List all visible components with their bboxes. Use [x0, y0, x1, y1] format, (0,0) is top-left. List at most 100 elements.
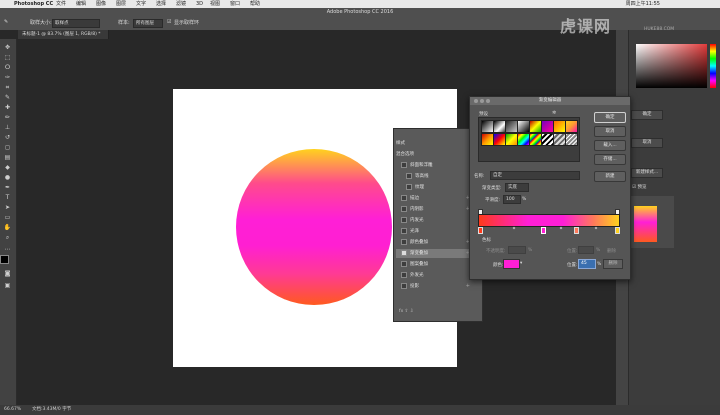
checkbox[interactable]: [401, 216, 407, 223]
style-item-stroke[interactable]: 描边 +: [396, 194, 480, 203]
menu-type[interactable]: 文字: [136, 0, 146, 8]
gradient-tool-icon[interactable]: ▤: [3, 153, 12, 162]
history-brush-tool-icon[interactable]: ↺: [3, 133, 12, 142]
hue-slider[interactable]: [710, 44, 716, 88]
menu-file[interactable]: 文件: [56, 0, 66, 8]
chevron-down-icon[interactable]: ▾: [520, 261, 522, 266]
midpoint-diamond[interactable]: [559, 226, 563, 230]
style-item-outer-glow[interactable]: 外发光: [396, 271, 480, 280]
move-tool-icon[interactable]: ✥: [3, 43, 12, 52]
preset-swatch[interactable]: [565, 120, 578, 133]
style-item-inner-shadow[interactable]: 内阴影 +: [396, 205, 480, 214]
new-style-button[interactable]: 新建样式...: [631, 168, 663, 178]
checkbox[interactable]: [406, 183, 412, 190]
type-tool-icon[interactable]: T: [3, 193, 12, 202]
style-item-color-overlay[interactable]: 颜色叠加 +: [396, 238, 480, 247]
menu-view[interactable]: 视图: [210, 0, 220, 8]
checkbox[interactable]: [406, 172, 412, 179]
color-stop[interactable]: [615, 227, 620, 234]
save-button[interactable]: 存储...: [594, 154, 626, 165]
minimize-icon[interactable]: [480, 99, 484, 103]
blur-tool-icon[interactable]: ◆: [3, 163, 12, 172]
midpoint-diamond[interactable]: [512, 226, 516, 230]
menu-filter[interactable]: 滤镜: [176, 0, 186, 8]
hand-tool-icon[interactable]: ✋: [3, 223, 12, 232]
pen-tool-icon[interactable]: ✒: [3, 183, 12, 192]
color-stop[interactable]: [478, 227, 483, 234]
style-item-gradient-overlay[interactable]: 渐变叠加 +: [396, 249, 480, 258]
menu-help[interactable]: 帮助: [250, 0, 260, 8]
marquee-tool-icon[interactable]: ⬚: [3, 53, 12, 62]
document-tab[interactable]: 未标题-1 @ 83.7% (图层 1, RGB/8) *: [18, 30, 109, 39]
style-item-satin[interactable]: 光泽: [396, 227, 480, 236]
smoothness-input[interactable]: 100: [503, 195, 521, 204]
layer-style-cancel-button[interactable]: 取消: [631, 138, 663, 148]
app-name[interactable]: Photoshop CC: [14, 0, 53, 8]
color-stop-selected[interactable]: [541, 227, 546, 234]
path-select-tool-icon[interactable]: ➤: [3, 203, 12, 212]
style-item-styles[interactable]: 样式: [396, 139, 480, 148]
menu-select[interactable]: 选择: [156, 0, 166, 8]
eraser-tool-icon[interactable]: ◻: [3, 143, 12, 152]
preset-swatch[interactable]: [565, 133, 578, 146]
gradient-type-select[interactable]: 实底: [505, 183, 529, 192]
name-field[interactable]: 自定: [490, 171, 580, 180]
checkbox[interactable]: [401, 227, 407, 234]
layer-style-footer-icons[interactable]: fx ⇧ ⇩: [399, 309, 414, 314]
crop-tool-icon[interactable]: ⌗: [3, 83, 12, 92]
checkbox-checked[interactable]: [401, 249, 407, 256]
menu-edit[interactable]: 编辑: [76, 0, 86, 8]
stop-color-swatch[interactable]: [503, 259, 520, 269]
style-item-bevel-emboss[interactable]: 斜面和浮雕: [396, 161, 480, 170]
quick-select-tool-icon[interactable]: ✑: [3, 73, 12, 82]
cancel-button[interactable]: 取消: [594, 126, 626, 137]
checkbox[interactable]: [401, 260, 407, 267]
style-item-pattern-overlay[interactable]: 图案叠加: [396, 260, 480, 269]
add-icon[interactable]: +: [466, 282, 470, 291]
healing-brush-tool-icon[interactable]: ✚: [3, 103, 12, 112]
menu-3d[interactable]: 3D: [196, 0, 203, 8]
clone-stamp-tool-icon[interactable]: ⊥: [3, 123, 12, 132]
style-item-drop-shadow[interactable]: 投影 +: [396, 282, 480, 291]
sample-select[interactable]: 所有图层: [133, 19, 163, 28]
sample-size-select[interactable]: 取样点: [52, 19, 100, 28]
dodge-tool-icon[interactable]: ●: [3, 173, 12, 182]
menu-layer[interactable]: 图层: [116, 0, 126, 8]
new-button[interactable]: 新建: [594, 171, 626, 182]
zoom-tool-icon[interactable]: ⌕: [3, 233, 12, 242]
menu-image[interactable]: 图像: [96, 0, 106, 8]
brush-tool-icon[interactable]: ✏: [3, 113, 12, 122]
load-button[interactable]: 载入...: [594, 140, 626, 151]
gradient-bar[interactable]: [478, 214, 620, 227]
checkbox[interactable]: [401, 161, 407, 168]
foreground-color-swatch[interactable]: [0, 255, 9, 264]
checkbox[interactable]: [401, 238, 407, 245]
eyedropper-tool-icon[interactable]: ✎: [3, 93, 12, 102]
style-item-inner-glow[interactable]: 内发光: [396, 216, 480, 225]
position-input[interactable]: 45: [578, 259, 596, 269]
screen-mode-icon[interactable]: ▣: [3, 281, 12, 290]
close-icon[interactable]: [474, 99, 478, 103]
show-ring-checkbox[interactable]: ☑: [167, 19, 171, 25]
color-picker-field[interactable]: [636, 44, 707, 88]
checkbox[interactable]: [401, 205, 407, 212]
menu-window[interactable]: 窗口: [230, 0, 240, 8]
checkbox[interactable]: [401, 282, 407, 289]
ok-button[interactable]: 确定: [594, 112, 626, 123]
color-stop[interactable]: [574, 227, 579, 234]
checkbox[interactable]: [401, 194, 407, 201]
zoom-level[interactable]: 66.67%: [4, 405, 21, 415]
layer-style-ok-button[interactable]: 确定: [631, 110, 663, 120]
gear-icon[interactable]: ✲: [552, 110, 556, 116]
more-tools-icon[interactable]: ⋯: [3, 245, 12, 254]
maximize-icon[interactable]: [486, 99, 490, 103]
shape-tool-icon[interactable]: ▭: [3, 213, 12, 222]
style-item-blending-options[interactable]: 混合选项: [396, 150, 480, 159]
preview-checkbox[interactable]: ☑ 预览: [632, 184, 646, 190]
eyedropper-icon[interactable]: ✎: [4, 19, 8, 25]
checkbox[interactable]: [401, 271, 407, 278]
quick-mask-icon[interactable]: ◙: [3, 269, 12, 278]
delete-color-stop-button[interactable]: 删除: [603, 259, 623, 269]
lasso-tool-icon[interactable]: ⵔ: [3, 63, 12, 72]
midpoint-diamond[interactable]: [594, 226, 598, 230]
